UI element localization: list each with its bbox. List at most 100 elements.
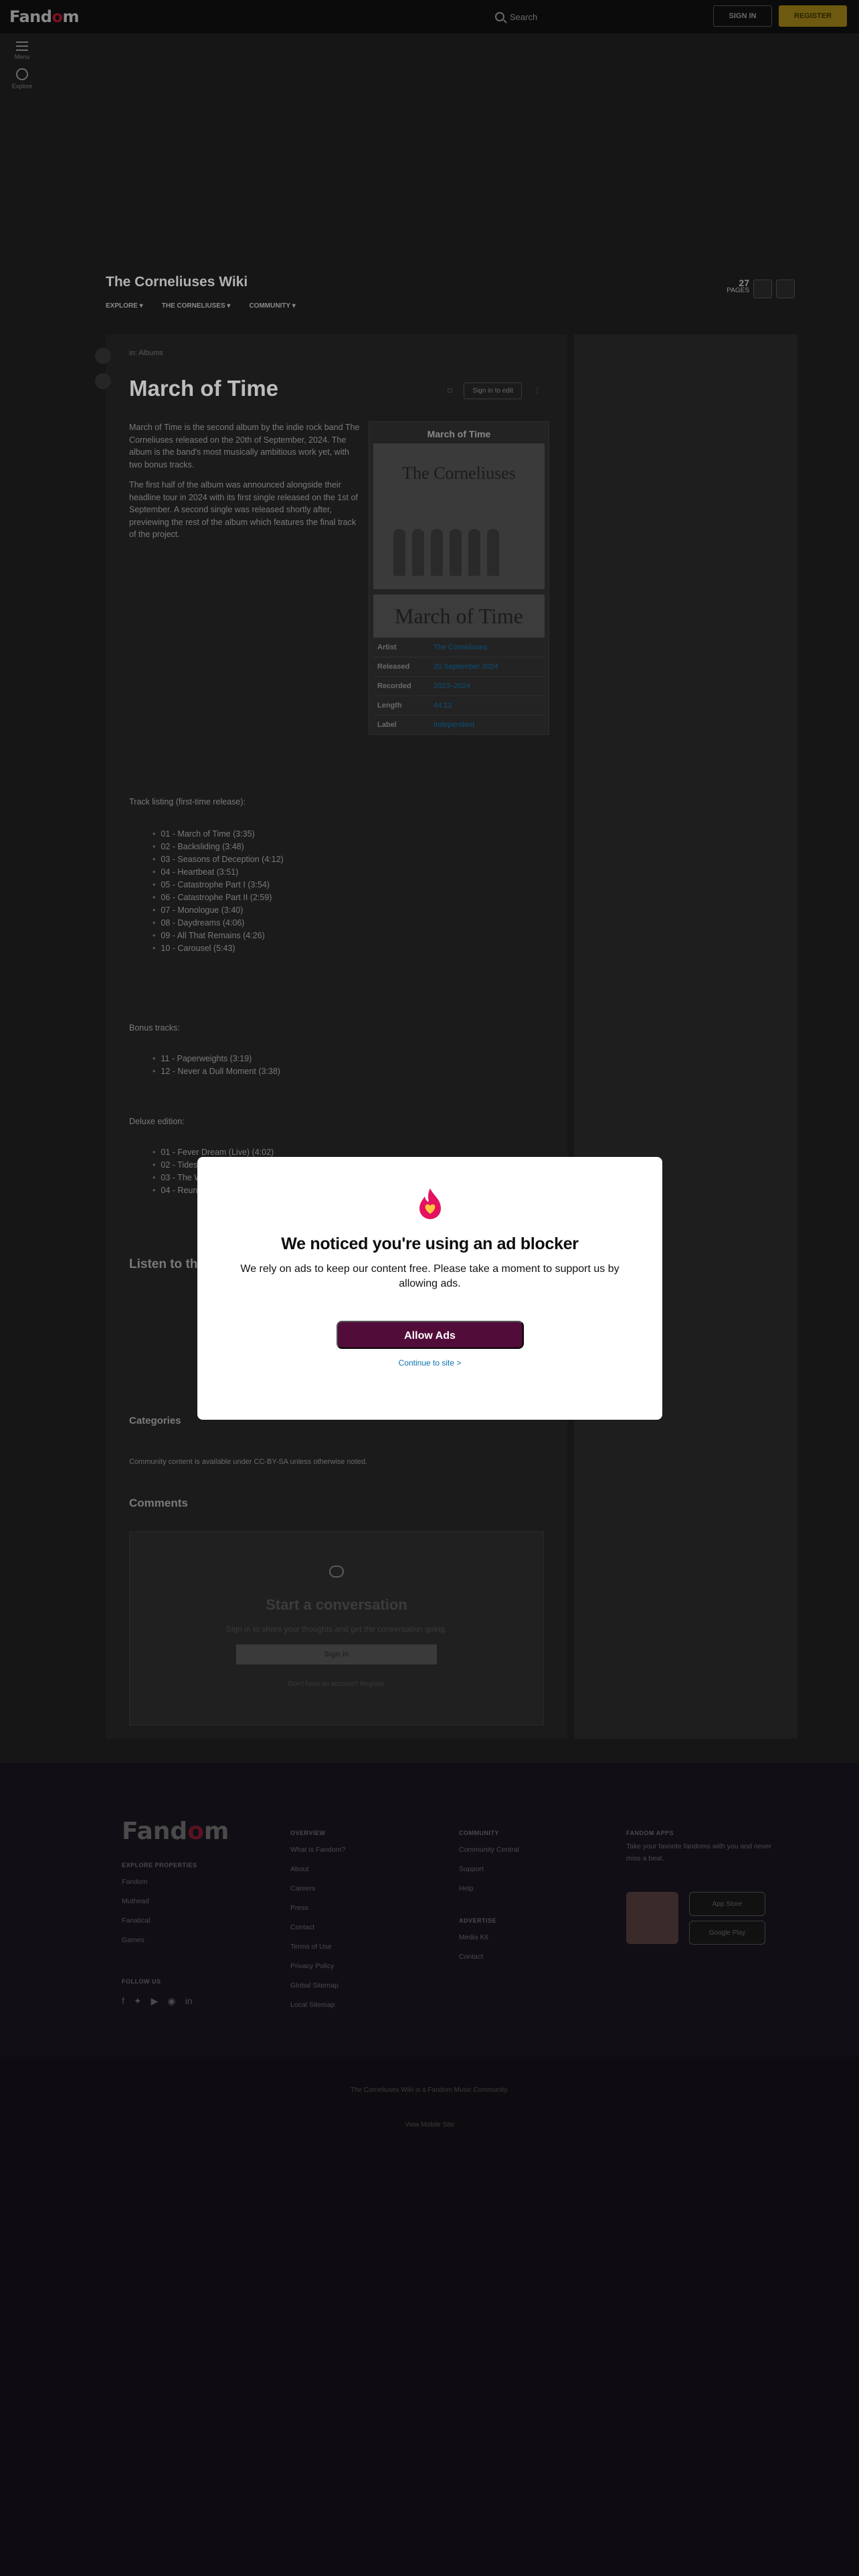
infobox-title: March of Time [427, 429, 491, 439]
breadcrumb[interactable]: in: Albums [129, 349, 163, 357]
register-button[interactable]: REGISTER [779, 5, 847, 27]
footer-link[interactable]: Contact [290, 1918, 345, 1937]
comments-register-note[interactable]: Don't have an account? Register [130, 1681, 543, 1688]
infobox-row: Length 44:12 [373, 695, 545, 715]
footer-link[interactable]: What is Fandom? [290, 1840, 345, 1860]
track-item[interactable]: 01 - March of Time (3:35) [153, 829, 284, 839]
track-item[interactable]: 04 - Heartbeat (3:51) [153, 867, 284, 877]
sign-in-button[interactable]: SIGN IN [713, 5, 772, 27]
comments-box: Start a conversation Sign in to share yo… [129, 1531, 544, 1725]
wiki-title[interactable]: The Corneliuses Wiki [106, 274, 795, 290]
footer-logo[interactable]: Fandom [122, 1818, 229, 1845]
footer-link[interactable]: Media Kit [459, 1928, 519, 1947]
google-play-badge[interactable]: Google Play [689, 1921, 765, 1945]
deluxe-intro: Deluxe edition: [129, 1117, 185, 1126]
page-tool-icon[interactable] [95, 348, 111, 364]
intro-paragraph: The first half of the album was announce… [129, 480, 358, 539]
modal-body: We rely on ads to keep our content free.… [240, 1263, 619, 1289]
edit-button[interactable]: Sign in to edit [464, 383, 522, 399]
facebook-icon[interactable]: f [122, 1992, 124, 2011]
adblock-modal: We noticed you're using an ad blocker We… [197, 1157, 662, 1420]
footer-link[interactable]: Press [290, 1899, 345, 1918]
infobox: March of Time The Corneliuses March of T… [369, 421, 549, 735]
footer-overview-heading: OVERVIEW [290, 1830, 326, 1836]
page-actions: □ Sign in to edit ⋮ [448, 383, 541, 399]
track-item[interactable]: 01 - Fever Dream (Live) (4:02) [153, 1148, 274, 1157]
footer-link[interactable]: Community Central [459, 1840, 519, 1860]
footer: Fandom EXPLORE PROPERTIES Fandom Muthead… [0, 1763, 859, 2576]
linkedin-icon[interactable]: in [185, 1992, 193, 2011]
track-item[interactable]: 10 - Carousel (5:43) [153, 944, 284, 953]
more-icon[interactable] [776, 280, 795, 298]
social-links: f ✦ ▶ ◉ in [122, 1992, 197, 2011]
intro-paragraph: March of Time is the second album by the… [129, 423, 360, 469]
tab-community[interactable]: COMMUNITY [249, 302, 295, 310]
footer-apps-heading: FANDOM APPS [626, 1830, 674, 1836]
footer-link[interactable]: Local Sitemap [290, 1996, 345, 2015]
footer-link[interactable]: About [290, 1860, 345, 1879]
footer-community-heading: COMMUNITY [459, 1830, 499, 1836]
page-title: March of Time [129, 376, 279, 401]
pages-number: 27 [739, 278, 749, 288]
search-field[interactable]: Search [495, 7, 696, 27]
footer-explore-heading: EXPLORE PROPERTIES [122, 1862, 197, 1868]
page-tool-icon[interactable] [95, 373, 111, 389]
track-item[interactable]: 05 - Catastrophe Part I (3:54) [153, 880, 284, 889]
tracklist: 01 - March of Time (3:35) 02 - Backslidi… [153, 829, 284, 956]
comments-heading: Comments [129, 1497, 188, 1509]
instagram-icon[interactable]: ◉ [167, 1992, 175, 2011]
rail-menu[interactable]: Menu [0, 41, 44, 60]
footer-advertise-heading: ADVERTISE [459, 1917, 497, 1924]
footer-link[interactable]: Fanatical [122, 1911, 197, 1931]
footer-link[interactable]: Privacy Policy [290, 1957, 345, 1976]
track-item[interactable]: 06 - Catastrophe Part II (2:59) [153, 893, 284, 902]
footer-follow-heading: FOLLOW US [122, 1978, 161, 1985]
track-item[interactable]: 03 - Seasons of Deception (4:12) [153, 855, 283, 864]
track-item[interactable]: 08 - Daydreams (4:06) [153, 918, 284, 928]
twitter-icon[interactable]: ✦ [134, 1992, 142, 2011]
footer-link[interactable]: Help [459, 1879, 519, 1899]
rail-menu-label: Menu [14, 53, 30, 60]
footer-link[interactable]: Global Sitemap [290, 1976, 345, 1996]
discuss-icon[interactable] [753, 280, 772, 298]
youtube-icon[interactable]: ▶ [151, 1992, 159, 2011]
track-item[interactable]: 07 - Monologue (3:40) [153, 905, 284, 915]
footer-link[interactable]: Fandom [122, 1872, 197, 1892]
fandom-logo[interactable]: Fandom [9, 7, 79, 26]
wiki-header: The Corneliuses Wiki EXPLORE THE CORNELI… [106, 274, 795, 310]
fandom-flame-icon [419, 1188, 441, 1219]
rail-explore[interactable]: Explore [0, 68, 44, 90]
global-navigation: Fandom Search SIGN IN REGISTER [0, 0, 859, 33]
continue-to-site-link[interactable]: Continue to site > [399, 1358, 462, 1368]
mobile-site-link[interactable]: View Mobile Site [0, 2121, 859, 2129]
footer-community-note: The Corneliuses Wiki is a Fandom Music C… [350, 2086, 509, 2094]
infobox-row: Label Independent [373, 715, 545, 734]
tab-the-corneliuses[interactable]: THE CORNELIUSES [162, 302, 231, 310]
footer-link[interactable]: Games [122, 1931, 197, 1950]
track-item[interactable]: 09 - All That Remains (4:26) [153, 931, 284, 940]
footer-link[interactable]: Contact [459, 1947, 519, 1967]
language-icon[interactable]: □ [448, 387, 452, 395]
comments-signin-button[interactable]: Sign in [236, 1644, 437, 1665]
fandom-logo-start: Fand [9, 7, 52, 26]
tab-explore[interactable]: EXPLORE [106, 302, 143, 310]
bonus-tracklist: 11 - Paperweights (3:19) 12 - Never a Du… [153, 1054, 280, 1079]
modal-title: We noticed you're using an ad blocker [281, 1235, 579, 1253]
track-item[interactable]: 02 - Backsliding (3:48) [153, 842, 284, 851]
left-rail: Menu Explore [0, 33, 44, 90]
footer-link[interactable]: Support [459, 1860, 519, 1879]
album-cover[interactable]: The Corneliuses [373, 443, 545, 589]
footer-link[interactable]: Muthead [122, 1892, 197, 1911]
kebab-icon[interactable]: ⋮ [534, 387, 541, 395]
categories-heading[interactable]: Categories [129, 1415, 181, 1426]
app-store-badge[interactable]: App Store [689, 1892, 765, 1916]
footer-link[interactable]: Careers [290, 1879, 345, 1899]
allow-ads-button[interactable]: Allow Ads [336, 1321, 524, 1349]
fandom-app-icon[interactable] [626, 1892, 678, 1944]
footer-link[interactable]: Terms of Use [290, 1937, 345, 1957]
track-item[interactable]: 12 - Never a Dull Moment (3:38) [153, 1067, 280, 1076]
page-tools [95, 348, 111, 389]
track-item[interactable]: 11 - Paperweights (3:19) [153, 1054, 280, 1063]
search-placeholder: Search [510, 11, 538, 22]
hamburger-icon [16, 41, 28, 51]
